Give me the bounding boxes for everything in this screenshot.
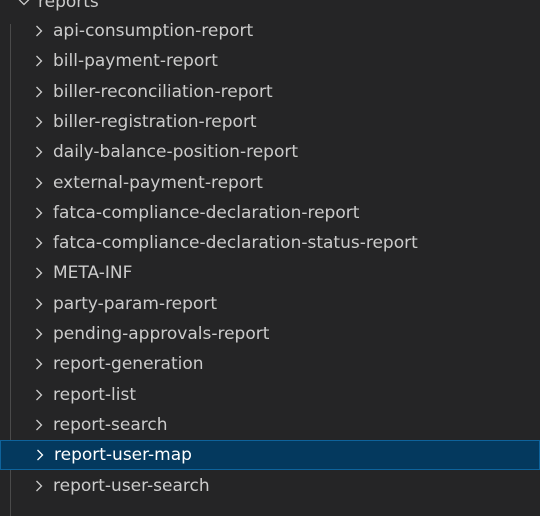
folder-label: daily-balance-position-report (53, 142, 299, 163)
folder-item[interactable]: META-INF (0, 258, 540, 288)
chevron-right-icon (31, 144, 47, 160)
folder-item[interactable]: fatca-compliance-declaration-report (0, 198, 540, 228)
folder-label: report-list (53, 384, 137, 405)
folder-item[interactable]: external-payment-report (0, 168, 540, 198)
folder-label: report-search (53, 414, 168, 435)
chevron-down-icon (16, 0, 32, 10)
folder-label: fatca-compliance-declaration-report (53, 202, 360, 223)
folder-item[interactable]: party-param-report (0, 289, 540, 319)
folder-label: fatca-compliance-declaration-status-repo… (53, 233, 418, 254)
chevron-right-icon (31, 53, 47, 69)
chevron-right-icon (31, 114, 47, 130)
folder-item[interactable]: report-user-search (0, 471, 540, 501)
file-explorer-tree: reports api-consumption-report bill-payme… (0, 0, 540, 516)
folder-label: META-INF (53, 263, 133, 284)
chevron-right-icon (31, 235, 47, 251)
folder-label: report-user-search (53, 475, 210, 496)
chevron-right-icon (31, 326, 47, 342)
folder-item[interactable]: biller-registration-report (0, 107, 540, 137)
folder-item[interactable]: fatca-compliance-declaration-status-repo… (0, 228, 540, 258)
chevron-right-icon (31, 296, 47, 312)
folder-item[interactable]: report-generation (0, 349, 540, 379)
folder-label: reports (38, 0, 99, 12)
folder-label: report-generation (53, 354, 204, 375)
folder-label: biller-registration-report (53, 111, 257, 132)
folder-label: report-user-map (54, 445, 192, 466)
chevron-right-icon (31, 265, 47, 281)
folder-item[interactable]: bill-payment-report (0, 46, 540, 76)
folder-label: external-payment-report (53, 172, 263, 193)
chevron-right-icon (32, 447, 48, 463)
chevron-right-icon (31, 356, 47, 372)
chevron-right-icon (31, 175, 47, 191)
folder-item[interactable]: report-search (0, 410, 540, 440)
folder-item[interactable]: daily-balance-position-report (0, 137, 540, 167)
chevron-right-icon (31, 387, 47, 403)
folder-label: pending-approvals-report (53, 324, 270, 344)
chevron-right-icon (31, 205, 47, 221)
chevron-right-icon (31, 478, 47, 494)
folder-item[interactable]: api-consumption-report (0, 16, 540, 46)
chevron-right-icon (31, 417, 47, 433)
folder-item[interactable]: report-user-map (0, 440, 540, 471)
folder-label: biller-reconciliation-report (53, 81, 273, 102)
folder-item[interactable]: report-list (0, 380, 540, 410)
folder-label: bill-payment-report (53, 51, 218, 72)
chevron-right-icon (31, 84, 47, 100)
folder-label: api-consumption-report (53, 21, 254, 41)
folder-label: party-param-report (53, 293, 217, 314)
folder-item[interactable]: pending-approvals-report (0, 319, 540, 349)
folder-item[interactable]: biller-reconciliation-report (0, 77, 540, 107)
chevron-right-icon (31, 23, 47, 39)
folder-reports[interactable]: reports (0, 0, 540, 17)
